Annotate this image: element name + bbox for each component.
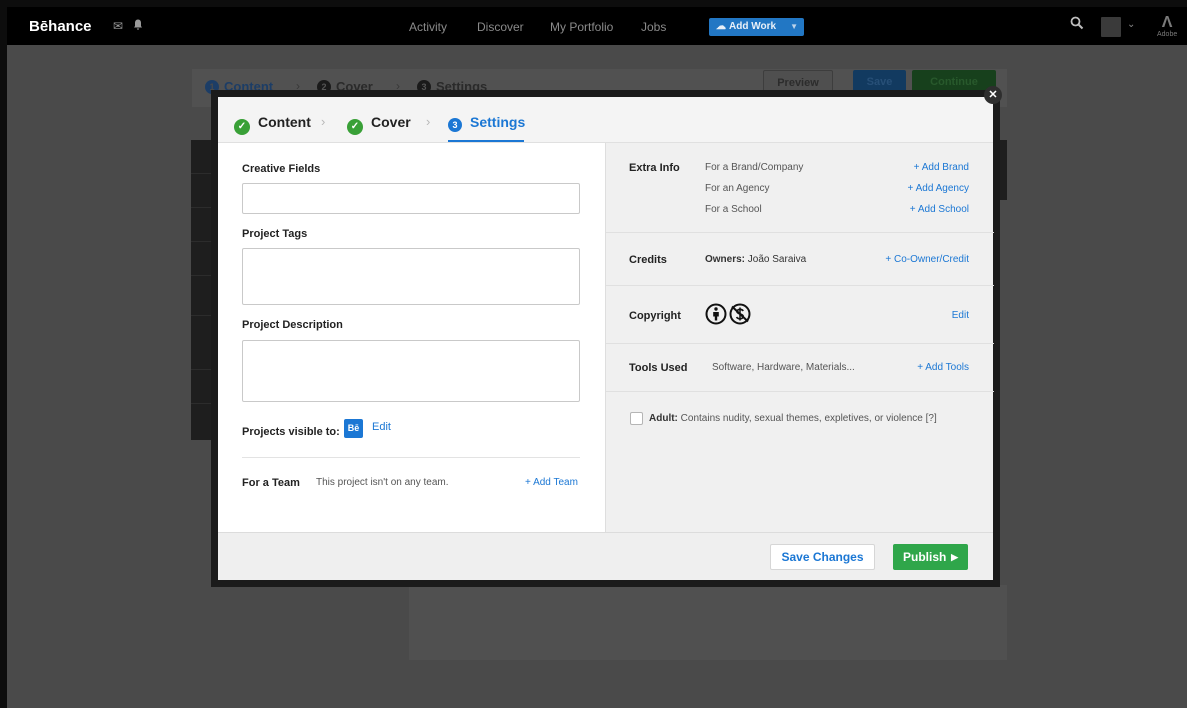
adobe-logo: Λ Adobe	[1157, 14, 1178, 39]
step-content[interactable]: ✓ Content	[234, 114, 311, 135]
bg-chevron-right-icon: ›	[396, 79, 400, 93]
settings-right-pane: Extra Info For a Brand/Company + Add Bra…	[605, 143, 994, 532]
tools-placeholder-text: Software, Hardware, Materials...	[712, 362, 855, 373]
bg-step-content: 1 Content	[205, 79, 273, 94]
visibility-edit-link[interactable]: Edit	[372, 421, 391, 433]
nav-discover[interactable]: Discover	[477, 20, 524, 34]
caret-right-icon: ▶	[951, 552, 958, 562]
project-tags-input[interactable]	[242, 248, 580, 305]
modal-footer: Save Changes Publish ▶	[218, 532, 993, 580]
project-description-label: Project Description	[242, 319, 343, 331]
add-work-button[interactable]: ☁ Add Work ▼	[709, 18, 804, 36]
bg-continue-button: Continue	[912, 70, 996, 94]
adult-content-section: Adult: Contains nudity, sexual themes, e…	[606, 392, 994, 452]
bg-step-settings: 3 Settings	[417, 79, 487, 94]
creative-fields-label: Creative Fields	[242, 163, 321, 175]
add-team-link[interactable]: + Add Team	[525, 477, 578, 488]
add-brand-link[interactable]: + Add Brand	[914, 162, 969, 173]
step-cover[interactable]: ✓ Cover	[347, 114, 411, 135]
bg-content-area	[409, 585, 1007, 660]
project-description-textarea[interactable]	[242, 340, 580, 402]
copyright-edit-link[interactable]: Edit	[952, 310, 969, 321]
save-changes-button[interactable]: Save Changes	[770, 544, 875, 570]
step-settings[interactable]: 3 Settings	[448, 114, 525, 132]
cc-noncommercial-icon	[729, 303, 751, 325]
behance-visibility-badge: Bē	[344, 419, 363, 438]
active-step-underline	[448, 140, 524, 142]
tools-used-label: Tools Used	[629, 362, 688, 374]
adult-checkbox[interactable]	[630, 412, 643, 425]
search-icon[interactable]	[1070, 16, 1084, 30]
school-text: For a School	[705, 204, 762, 215]
add-work-label: Add Work	[729, 21, 777, 32]
account-chevron-down-icon[interactable]: ⌄	[1127, 19, 1135, 30]
cc-attribution-icon	[705, 303, 727, 325]
brand-company-text: For a Brand/Company	[705, 162, 804, 173]
add-school-link[interactable]: + Add School	[910, 204, 969, 215]
bg-right-panel	[993, 140, 1007, 200]
chevron-down-icon: ▼	[790, 22, 798, 31]
creative-fields-input[interactable]	[242, 183, 580, 214]
project-tags-label: Project Tags	[242, 228, 308, 240]
copyright-label: Copyright	[629, 310, 681, 322]
team-status-text: This project isn't on any team.	[316, 477, 449, 488]
behance-logo[interactable]: Bēhance	[29, 18, 92, 35]
bg-step-cover: 2 Cover	[317, 79, 373, 94]
bg-preview-button: Preview	[763, 70, 833, 94]
add-tools-link[interactable]: + Add Tools	[917, 362, 969, 373]
notification-bell-icon[interactable]	[133, 19, 143, 34]
owners-text: Owners: João Saraiva	[705, 254, 807, 265]
nav-activity[interactable]: Activity	[409, 20, 447, 34]
publish-button[interactable]: Publish ▶	[893, 544, 968, 570]
add-agency-link[interactable]: + Add Agency	[908, 183, 969, 194]
extra-info-section: Extra Info For a Brand/Company + Add Bra…	[606, 143, 994, 233]
tools-used-section: Tools Used Software, Hardware, Materials…	[606, 344, 994, 392]
visibility-label: Projects visible to:	[242, 426, 340, 438]
chevron-right-icon: ›	[321, 114, 326, 129]
copyright-section: Copyright Edit	[606, 286, 994, 344]
divider	[242, 457, 580, 458]
mail-icon[interactable]: ✉	[113, 19, 123, 33]
checkmark-icon: ✓	[234, 119, 250, 135]
modal-step-header: ✓ Content › ✓ Cover › 3 Settings	[218, 97, 993, 143]
chevron-right-icon: ›	[426, 114, 431, 129]
nav-my-portfolio[interactable]: My Portfolio	[550, 20, 613, 34]
close-modal-icon[interactable]: ✕	[984, 86, 1002, 104]
team-label: For a Team	[242, 477, 300, 489]
bg-chevron-right-icon: ›	[296, 79, 300, 93]
nav-jobs[interactable]: Jobs	[641, 20, 666, 34]
bg-save-button: Save	[853, 70, 906, 94]
cloud-upload-icon: ☁	[716, 21, 726, 32]
credits-section: Credits Owners: João Saraiva + Co-Owner/…	[606, 233, 994, 286]
checkmark-icon: ✓	[347, 119, 363, 135]
extra-info-label: Extra Info	[629, 162, 680, 174]
cc-license-icons	[705, 302, 757, 326]
settings-left-pane: Creative Fields Project Tags Project Des…	[218, 143, 605, 532]
adult-content-text: Adult: Contains nudity, sexual themes, e…	[649, 413, 937, 424]
top-navigation-bar: Bēhance ✉ Activity Discover My Portfolio…	[7, 7, 1187, 45]
user-avatar[interactable]	[1101, 17, 1121, 37]
project-settings-modal: ✓ Content › ✓ Cover › 3 Settings Creative F…	[218, 97, 994, 580]
credits-label: Credits	[629, 254, 667, 266]
agency-text: For an Agency	[705, 183, 770, 194]
add-co-owner-link[interactable]: + Co-Owner/Credit	[885, 254, 969, 265]
